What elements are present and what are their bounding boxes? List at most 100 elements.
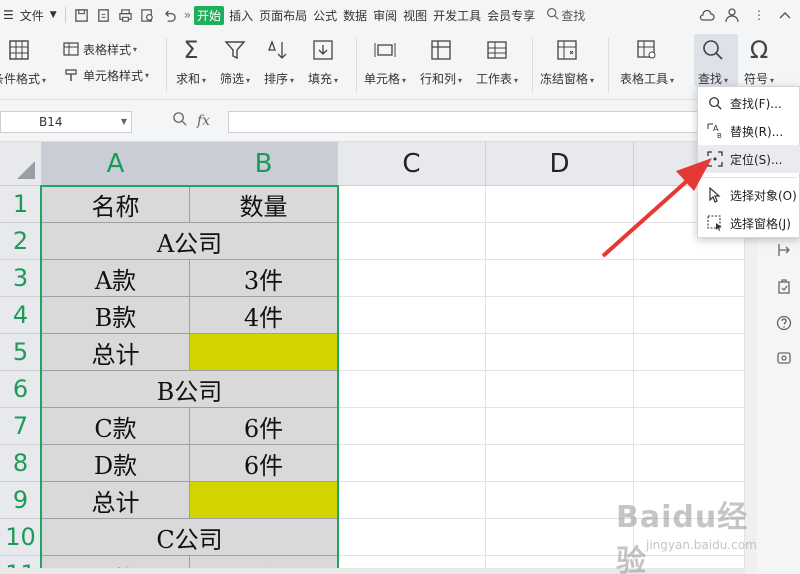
cloud-icon[interactable] <box>696 4 718 26</box>
menu-item-replace[interactable]: AB 替换(R)... <box>698 117 800 145</box>
save-icon[interactable] <box>71 4 93 26</box>
zoom-search-icon[interactable] <box>172 111 187 130</box>
column-header-b[interactable]: B <box>190 142 338 186</box>
sum-button[interactable]: Σ 求和 ▾ <box>176 36 206 87</box>
menu-search[interactable]: 查找 <box>546 7 585 24</box>
tab-review[interactable]: 审阅 <box>370 7 400 24</box>
column-header-c[interactable]: C <box>338 142 486 186</box>
row-col-button[interactable]: 行和列 ▾ <box>420 36 462 87</box>
row-header-6[interactable]: 6 <box>0 371 42 408</box>
print-preview-icon[interactable] <box>137 4 159 26</box>
cell-a5[interactable]: 总计 <box>42 334 190 371</box>
empty-cell[interactable] <box>634 371 745 408</box>
cell-b9[interactable] <box>190 482 338 519</box>
empty-cell[interactable] <box>486 334 634 371</box>
row-header-10[interactable]: 10 <box>0 519 42 556</box>
file-menu[interactable]: 文件 <box>17 7 47 24</box>
table-tools-button[interactable]: 表格工具 ▾ <box>620 36 674 87</box>
empty-cell[interactable] <box>634 408 745 445</box>
more-options-icon[interactable]: ⋮ <box>748 4 770 26</box>
tab-view[interactable]: 视图 <box>400 7 430 24</box>
filter-button[interactable]: 筛选 ▾ <box>220 36 250 87</box>
fx-icon[interactable]: fx <box>197 113 210 129</box>
cell-a9[interactable]: 总计 <box>42 482 190 519</box>
row-header-3[interactable]: 3 <box>0 260 42 297</box>
empty-cell[interactable] <box>338 371 486 408</box>
empty-cell[interactable] <box>486 371 634 408</box>
row-header-9[interactable]: 9 <box>0 482 42 519</box>
menu-item-find[interactable]: 查找(F)... <box>698 89 800 117</box>
tab-page-layout[interactable]: 页面布局 <box>256 7 310 24</box>
empty-cell[interactable] <box>486 445 634 482</box>
cell-a6-merged[interactable]: B公司 <box>42 371 338 408</box>
worksheet-button[interactable]: 工作表 ▾ <box>476 36 518 87</box>
hamburger-icon[interactable]: ☰ <box>0 8 17 22</box>
empty-cell[interactable] <box>338 408 486 445</box>
sort-button[interactable]: 排序 ▾ <box>264 36 294 87</box>
empty-cell[interactable] <box>634 334 745 371</box>
share-user-icon[interactable] <box>722 4 744 26</box>
menu-item-goto[interactable]: 定位(S)... <box>698 145 800 173</box>
tab-insert[interactable]: 插入 <box>226 7 256 24</box>
cell-button[interactable]: 单元格 ▾ <box>364 36 406 87</box>
empty-cell[interactable] <box>338 223 486 260</box>
row-header-8[interactable]: 8 <box>0 445 42 482</box>
empty-cell[interactable] <box>486 408 634 445</box>
fill-button[interactable]: 填充 ▾ <box>308 36 338 87</box>
cell-b5[interactable] <box>190 334 338 371</box>
cell-a2-merged[interactable]: A公司 <box>42 223 338 260</box>
empty-cell[interactable] <box>338 297 486 334</box>
table-style-button[interactable]: 表格样式 ▾ <box>62 40 137 58</box>
select-all-corner[interactable] <box>0 142 42 186</box>
settings-tool-icon[interactable] <box>774 348 794 368</box>
cell-a8[interactable]: D款 <box>42 445 190 482</box>
cell-b4[interactable]: 4件 <box>190 297 338 334</box>
more-icon[interactable]: » <box>181 8 194 22</box>
cell-a1[interactable]: 名称 <box>42 186 190 223</box>
tab-member[interactable]: 会员专享 <box>484 7 538 24</box>
empty-cell[interactable] <box>338 334 486 371</box>
pivot-icon[interactable] <box>774 240 794 260</box>
empty-cell[interactable] <box>338 260 486 297</box>
print-icon[interactable] <box>115 4 137 26</box>
help-icon[interactable] <box>774 313 794 333</box>
name-box[interactable]: B14 ▼ <box>0 111 132 133</box>
cell-style-button[interactable]: 单元格样式 ▾ <box>62 66 149 84</box>
chevron-down-icon[interactable]: ▼ <box>121 112 127 132</box>
cell-a3[interactable]: A款 <box>42 260 190 297</box>
empty-cell[interactable] <box>338 519 486 556</box>
empty-cell[interactable] <box>486 223 634 260</box>
menu-item-selection-pane[interactable]: 选择窗格(J) <box>698 209 800 237</box>
empty-cell[interactable] <box>634 260 745 297</box>
chevron-down-icon[interactable]: ▼ <box>47 10 60 20</box>
empty-cell[interactable] <box>338 186 486 223</box>
tab-developer[interactable]: 开发工具 <box>430 7 484 24</box>
empty-cell[interactable] <box>486 260 634 297</box>
undo-icon[interactable] <box>159 4 181 26</box>
tab-formulas[interactable]: 公式 <box>310 7 340 24</box>
symbol-button[interactable]: Ω 符号 ▾ <box>744 36 774 87</box>
cell-a7[interactable]: C款 <box>42 408 190 445</box>
clipboard-icon[interactable] <box>774 277 794 297</box>
cell-b8[interactable]: 6件 <box>190 445 338 482</box>
cell-a10-merged[interactable]: C公司 <box>42 519 338 556</box>
menu-item-select-objects[interactable]: 选择对象(O) <box>698 181 800 209</box>
empty-cell[interactable] <box>486 297 634 334</box>
tab-data[interactable]: 数据 <box>340 7 370 24</box>
empty-cell[interactable] <box>634 297 745 334</box>
find-button[interactable]: 查找 ▾ <box>698 36 728 87</box>
freeze-panes-button[interactable]: 冻结窗格 ▾ <box>540 36 594 87</box>
empty-cell[interactable] <box>338 482 486 519</box>
cell-b3[interactable]: 3件 <box>190 260 338 297</box>
empty-cell[interactable] <box>634 445 745 482</box>
row-header-5[interactable]: 5 <box>0 334 42 371</box>
row-header-2[interactable]: 2 <box>0 223 42 260</box>
cell-b7[interactable]: 6件 <box>190 408 338 445</box>
export-icon[interactable] <box>93 4 115 26</box>
empty-cell[interactable] <box>338 445 486 482</box>
row-header-1[interactable]: 1 <box>0 186 42 223</box>
tab-home[interactable]: 开始 <box>194 5 225 25</box>
cell-a4[interactable]: B款 <box>42 297 190 334</box>
cell-b1[interactable]: 数量 <box>190 186 338 223</box>
row-header-7[interactable]: 7 <box>0 408 42 445</box>
